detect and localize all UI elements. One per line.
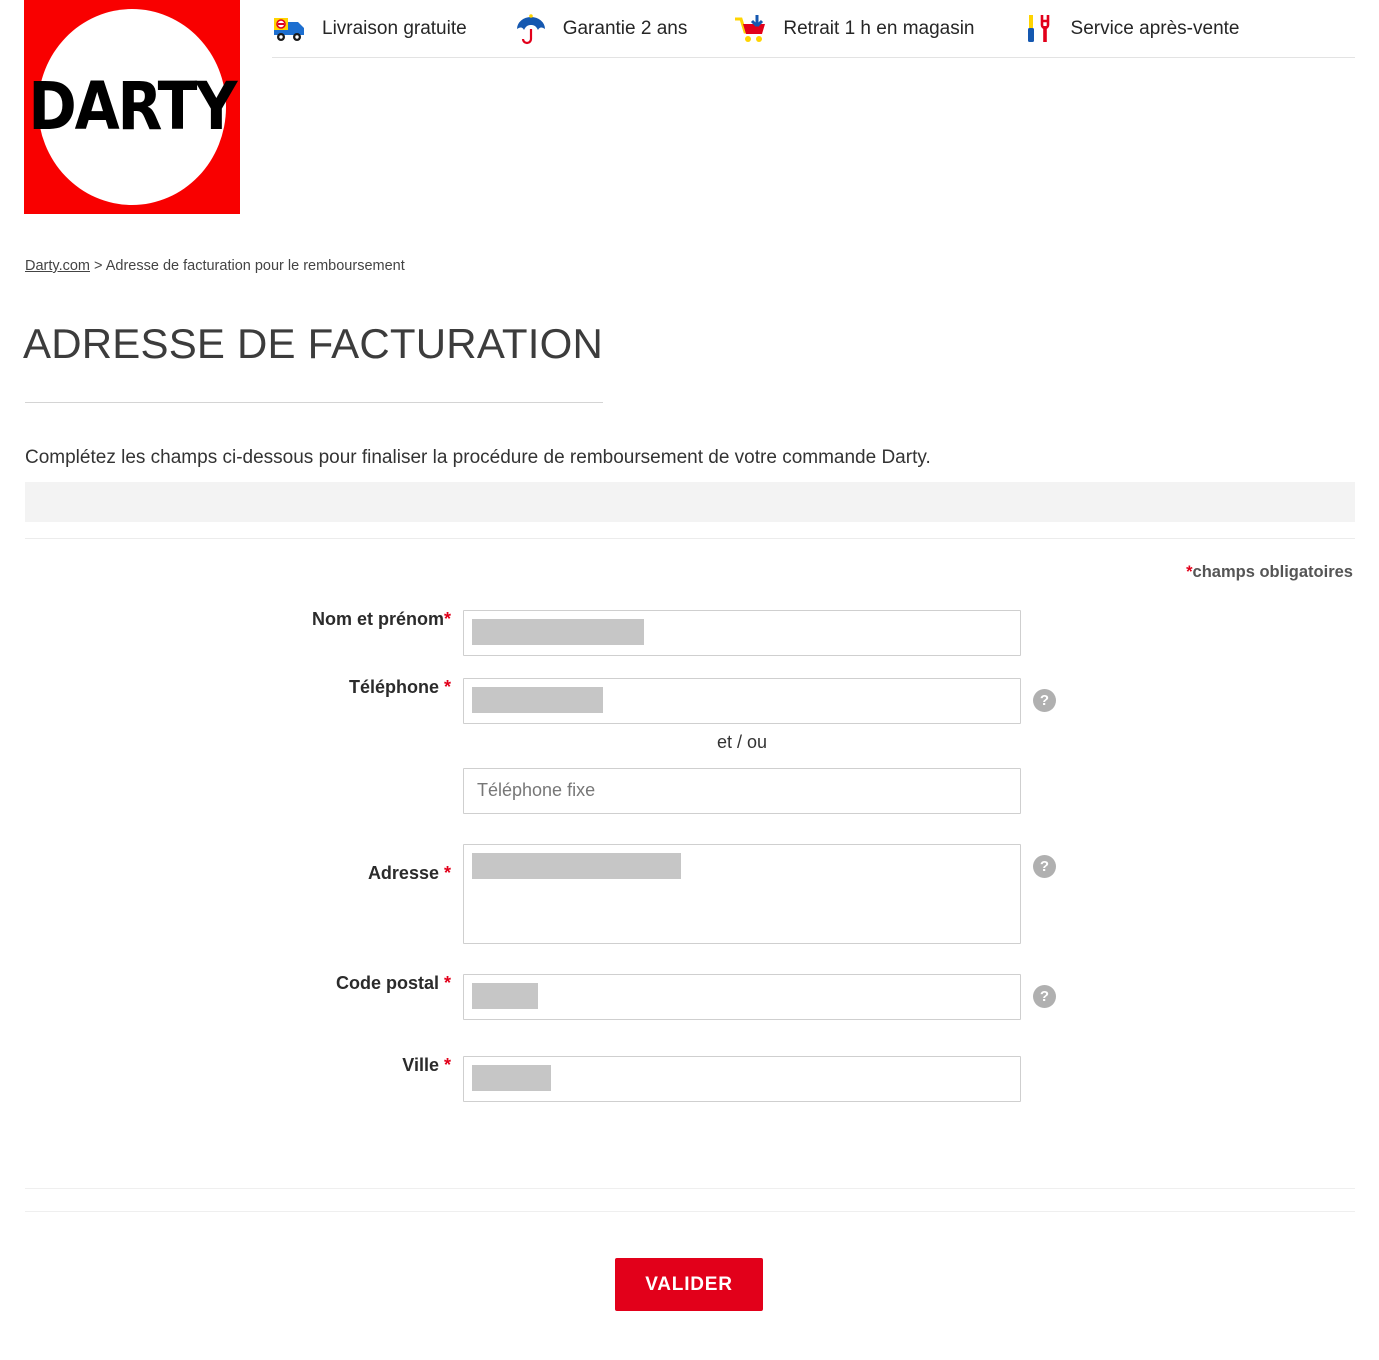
promo-label: Garantie 2 ans [562,17,688,39]
redacted-value [472,619,644,645]
logo-wordmark: DARTY [28,67,237,145]
promo-bar: Livraison gratuite Garantie 2 ans Retrai… [272,0,1355,58]
billing-address-form: Nom et prénom* Téléphone * ? et / ou Tél… [0,610,1379,1116]
promo-label: Livraison gratuite [322,17,467,39]
promo-item-sav[interactable]: Service après-vente [1021,12,1240,46]
page-title: ADRESSE DE FACTURATION [23,320,604,367]
promo-item-garantie[interactable]: Garantie 2 ans [513,12,688,46]
form-row-telephone-fixe: Téléphone fixe [0,768,1379,844]
field-wrap-telephone-fixe: Téléphone fixe [463,768,1021,814]
label-nom-et-prenom: Nom et prénom* [311,609,451,629]
site-header: DARTY Livraison gratuite Garantie 2 ans … [0,0,1379,214]
redacted-value [472,1065,551,1091]
redacted-value [472,853,681,879]
field-wrap-adresse: ? [463,844,1056,944]
field-wrap-nom-et-prenom [463,610,1021,656]
promo-item-retrait[interactable]: Retrait 1 h en magasin [733,12,975,46]
redacted-value [472,983,538,1009]
delivery-truck-icon [274,17,304,41]
input-telephone[interactable] [463,678,1021,724]
promo-label: Service après-vente [1070,17,1240,39]
form-row-ville: Ville * [0,1056,1379,1116]
form-row-adresse: Adresse * ? [0,844,1379,974]
shopping-cart-icon [735,14,766,42]
promo-label: Retrait 1 h en magasin [783,17,975,39]
form-row-separator: et / ou [0,732,1379,768]
input-adresse[interactable] [463,844,1021,944]
input-telephone-fixe[interactable]: Téléphone fixe [463,768,1021,814]
form-row-code-postal: Code postal * ? [0,974,1379,1056]
promo-item-livraison[interactable]: Livraison gratuite [272,12,467,46]
input-nom-et-prenom[interactable] [463,610,1021,656]
field-wrap-ville [463,1056,1021,1102]
help-icon-code-postal[interactable]: ? [1033,985,1056,1008]
field-wrap-telephone: ? [463,678,1056,724]
form-row-nom-et-prenom: Nom et prénom* [0,610,1379,678]
darty-logo[interactable]: DARTY [24,0,240,214]
et-ou-label: et / ou [716,732,768,752]
required-fields-note: *champs obligatoires [1186,563,1353,582]
field-wrap-code-postal: ? [463,974,1056,1020]
redacted-value [472,687,603,713]
form-row-telephone: Téléphone * ? [0,678,1379,732]
breadcrumb: Darty.com > Adresse de facturation pour … [25,258,405,274]
breadcrumb-separator: > [90,258,106,274]
placeholder-telephone-fixe: Téléphone fixe [477,780,596,800]
label-adresse: Adresse * [367,863,451,883]
intro-text: Complétez les champs ci-dessous pour fin… [25,447,931,468]
label-ville: Ville * [402,1055,451,1075]
input-code-postal[interactable] [463,974,1021,1020]
breadcrumb-current: Adresse de facturation pour le rembourse… [105,258,405,274]
banner-divider [25,538,1355,539]
label-code-postal: Code postal * [335,973,451,993]
help-icon-telephone[interactable]: ? [1033,689,1056,712]
input-ville[interactable] [463,1056,1021,1102]
footer-divider-top [25,1188,1355,1189]
label-telephone: Téléphone * [348,677,451,697]
tools-icon [1027,14,1049,42]
logo-ellipse: DARTY [28,9,238,205]
help-icon-adresse[interactable]: ? [1033,855,1056,878]
footer-divider-bottom [25,1211,1355,1212]
title-divider [25,402,603,403]
umbrella-icon [516,13,545,44]
valider-button[interactable]: VALIDER [615,1258,763,1311]
message-banner [25,482,1355,522]
required-note-label: champs obligatoires [1192,563,1353,581]
breadcrumb-link-home[interactable]: Darty.com [25,258,90,274]
